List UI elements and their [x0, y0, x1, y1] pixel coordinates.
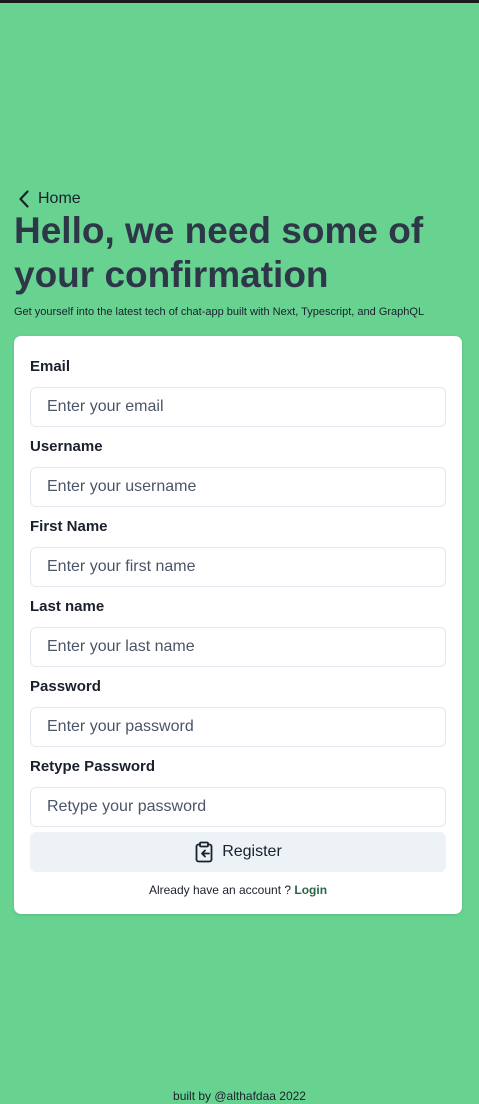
retype-password-field-group: Retype Password	[30, 756, 446, 827]
register-form-card: Email Username First Name Last name Pass…	[14, 336, 462, 914]
first-name-input[interactable]	[30, 547, 446, 587]
last-name-label: Last name	[30, 598, 105, 615]
email-input[interactable]	[30, 387, 446, 427]
clipboard-login-icon	[194, 841, 214, 863]
footer-credit: built by @althafdaa 2022	[173, 1089, 306, 1103]
first-name-label: First Name	[30, 518, 108, 535]
chevron-left-icon	[18, 190, 30, 208]
retype-password-label: Retype Password	[30, 758, 156, 775]
login-prompt: Already have an account ?	[148, 883, 292, 897]
first-name-field-group: First Name	[30, 516, 446, 587]
login-link[interactable]: Login	[294, 883, 327, 897]
password-label: Password	[30, 678, 101, 695]
username-field-group: Username	[30, 436, 446, 507]
register-label: Register	[222, 843, 282, 860]
username-input[interactable]	[30, 467, 446, 507]
email-field-group: Email	[30, 356, 446, 427]
email-label: Email	[30, 358, 71, 375]
home-label: Home	[38, 190, 81, 207]
username-label: Username	[30, 438, 103, 455]
page-subtitle: Get yourself into the latest tech of cha…	[14, 306, 425, 318]
password-field-group: Password	[30, 676, 446, 747]
last-name-field-group: Last name	[30, 596, 446, 667]
register-button[interactable]: Register	[30, 832, 446, 872]
retype-password-input[interactable]	[30, 787, 446, 827]
page-title: Hello, we need some of your confirmation	[14, 210, 424, 295]
login-prompt-row: Already have an account ? Login	[14, 882, 462, 898]
password-input[interactable]	[30, 707, 446, 747]
last-name-input[interactable]	[30, 627, 446, 667]
home-link[interactable]: Home	[18, 188, 81, 210]
